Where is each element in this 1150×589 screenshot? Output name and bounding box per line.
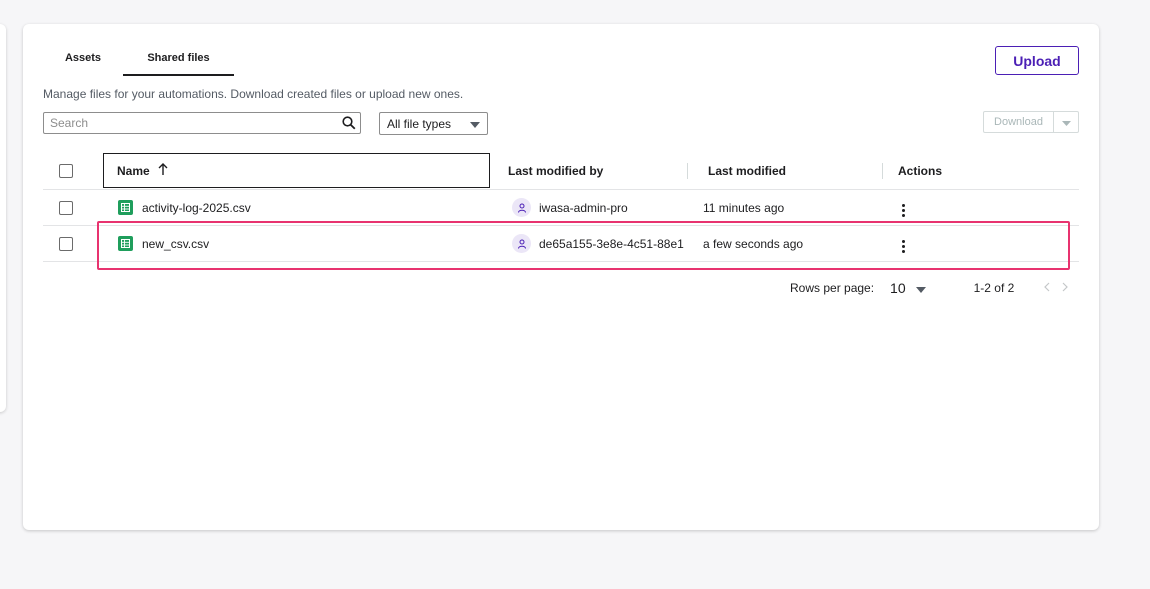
arrow-up-icon xyxy=(158,163,168,178)
spreadsheet-file-icon xyxy=(118,236,133,251)
page-range: 1-2 of 2 xyxy=(973,281,1015,295)
search-box xyxy=(43,112,361,134)
actions-column-label: Actions xyxy=(898,163,943,178)
user-icon xyxy=(512,198,531,217)
modified-by-user: de65a155-3e8e-4c51-88e1 xyxy=(539,236,684,251)
file-type-select[interactable]: All file types xyxy=(379,112,488,135)
table-row[interactable]: new_csv.csv de65a155-3e8e-4c51-88e1 a fe… xyxy=(43,225,1079,262)
column-divider xyxy=(882,162,883,179)
row-checkbox[interactable] xyxy=(59,200,73,215)
rows-per-page-label: Rows per page: xyxy=(790,281,875,295)
more-actions-icon[interactable] xyxy=(898,202,909,219)
files-table: Name Last modified by Last modified Acti… xyxy=(43,152,1079,262)
name-column-label: Name xyxy=(117,163,150,178)
select-all-checkbox[interactable] xyxy=(59,163,73,178)
download-options-button[interactable] xyxy=(1054,111,1079,133)
rows-per-page-value: 10 xyxy=(890,280,906,296)
actions-column-header: Actions xyxy=(882,152,1079,189)
file-name[interactable]: activity-log-2025.csv xyxy=(142,201,251,215)
modified-by-column-header[interactable]: Last modified by xyxy=(508,152,703,189)
name-column-header[interactable]: Name xyxy=(103,153,490,188)
chevron-right-icon[interactable] xyxy=(1062,281,1069,295)
row-checkbox[interactable] xyxy=(59,236,73,251)
tab-bar: Assets Shared files xyxy=(43,42,234,76)
rows-per-page-select[interactable]: 10 xyxy=(890,280,926,296)
modified-time: 11 minutes ago xyxy=(703,200,785,215)
search-icon[interactable] xyxy=(338,113,360,133)
modified-time: a few seconds ago xyxy=(703,236,804,251)
user-icon xyxy=(512,234,531,253)
caret-down-icon xyxy=(470,117,480,131)
file-name[interactable]: new_csv.csv xyxy=(142,237,209,251)
pagination: Rows per page: 10 1-2 of 2 xyxy=(790,279,1069,297)
upload-button[interactable]: Upload xyxy=(995,46,1079,75)
column-divider xyxy=(687,162,688,179)
search-input[interactable] xyxy=(44,116,338,130)
table-row[interactable]: activity-log-2025.csv iwasa-admin-pro 11… xyxy=(43,189,1079,226)
chevron-left-icon[interactable] xyxy=(1044,281,1050,295)
left-panel-edge xyxy=(0,24,6,412)
tab-assets[interactable]: Assets xyxy=(43,42,123,76)
spreadsheet-file-icon xyxy=(118,200,133,215)
download-split-button: Download xyxy=(983,111,1079,133)
modified-column-label: Last modified xyxy=(708,163,787,178)
caret-down-icon xyxy=(915,280,926,296)
page-nav xyxy=(1044,281,1069,295)
caret-down-icon xyxy=(1061,113,1071,131)
shared-files-card: Assets Shared files Upload Manage files … xyxy=(23,24,1099,530)
page-description: Manage files for your automations. Downl… xyxy=(43,87,464,101)
more-actions-icon[interactable] xyxy=(898,238,909,255)
modified-by-user: iwasa-admin-pro xyxy=(539,200,628,215)
modified-column-header[interactable]: Last modified xyxy=(687,152,898,189)
tab-shared-files[interactable]: Shared files xyxy=(123,42,234,76)
file-type-select-value: All file types xyxy=(387,116,452,131)
table-header-row: Name Last modified by Last modified Acti… xyxy=(43,152,1079,190)
modified-by-column-label: Last modified by xyxy=(508,163,604,178)
download-button[interactable]: Download xyxy=(983,111,1054,133)
